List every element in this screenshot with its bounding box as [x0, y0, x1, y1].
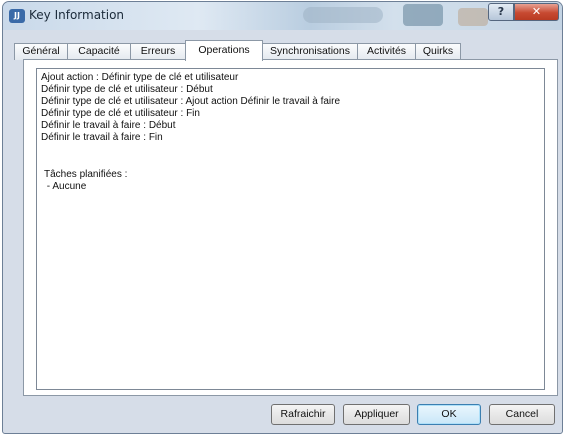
operation-line: Définir le travail à faire : Fin	[41, 132, 163, 143]
title-bar-background-blur	[303, 7, 383, 23]
tab-capacite[interactable]: Capacité	[67, 43, 131, 60]
refresh-button[interactable]: Rafraichir	[271, 404, 335, 425]
scheduled-task-item: - Aucune	[44, 181, 87, 192]
operation-line: Définir type de clé et utilisateur : Ajo…	[41, 96, 341, 107]
app-icon: JJ	[9, 9, 25, 23]
operation-line: Définir type de clé et utilisateur : Déb…	[41, 84, 213, 95]
tab-quirks[interactable]: Quirks	[415, 43, 461, 60]
title-bar-background-blur	[458, 8, 488, 26]
tab-erreurs[interactable]: Erreurs	[130, 43, 186, 60]
title-bar-background-blur	[403, 4, 443, 26]
operation-line: Définir le travail à faire : Début	[41, 120, 176, 131]
title-bar[interactable]: JJ Key Information ? ✕	[3, 2, 562, 30]
operations-log[interactable]: Ajout action : Définir type de clé et ut…	[36, 68, 545, 390]
key-information-dialog: JJ Key Information ? ✕ Général Capacité …	[2, 1, 563, 434]
question-icon: ?	[497, 5, 505, 18]
operation-line: Définir type de clé et utilisateur : Fin	[41, 108, 200, 119]
cancel-button[interactable]: Cancel	[489, 404, 555, 425]
tab-operations[interactable]: Operations	[185, 40, 263, 61]
operation-line: Ajout action : Définir type de clé et ut…	[41, 72, 239, 83]
operations-panel: Ajout action : Définir type de clé et ut…	[23, 59, 558, 396]
scheduled-tasks-heading: Tâches planifiées :	[44, 169, 128, 180]
apply-button[interactable]: Appliquer	[343, 404, 410, 425]
window-title: Key Information	[29, 8, 125, 22]
close-button[interactable]: ✕	[514, 3, 559, 21]
tab-synchronisations[interactable]: Synchronisations	[262, 43, 358, 60]
ok-button[interactable]: OK	[417, 404, 481, 425]
tab-activites[interactable]: Activités	[357, 43, 416, 60]
tab-general[interactable]: Général	[14, 43, 68, 60]
help-button[interactable]: ?	[488, 3, 514, 21]
close-icon: ✕	[531, 5, 542, 18]
